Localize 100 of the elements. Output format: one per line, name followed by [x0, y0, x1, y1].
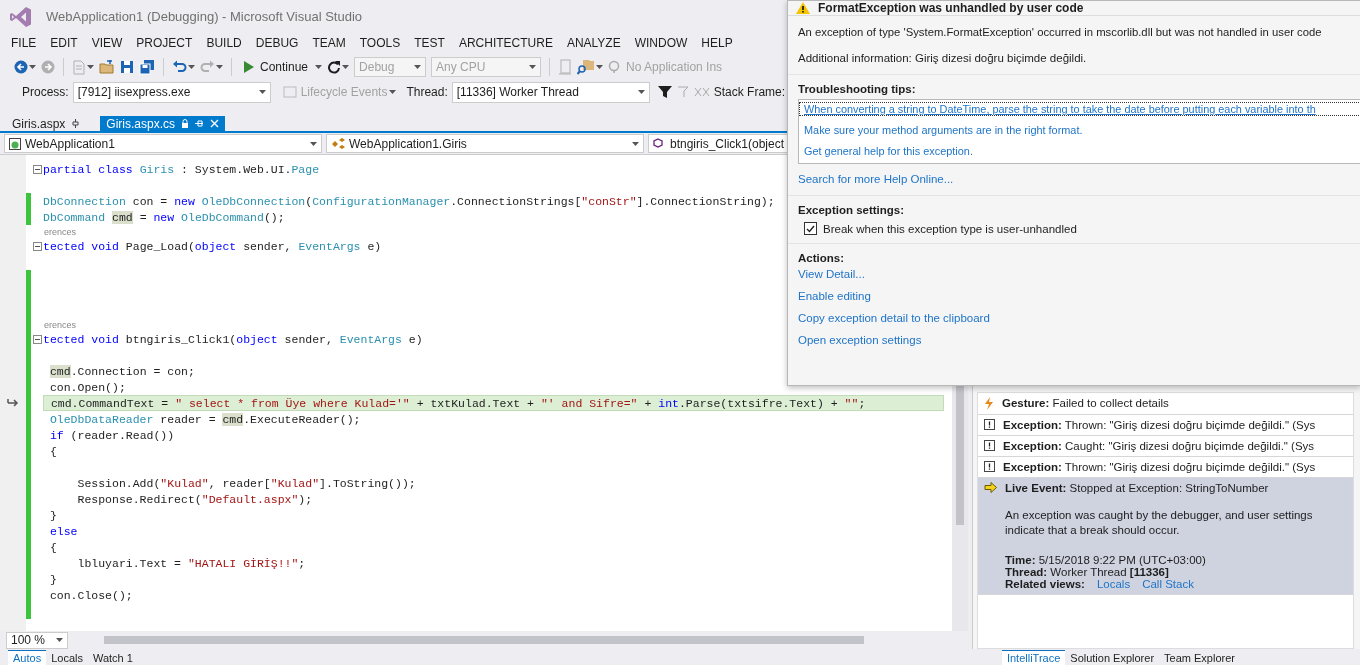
tool-window-tab[interactable]: Autos: [8, 650, 47, 665]
caret-icon: [310, 141, 317, 146]
codelens-text[interactable]: erences: [43, 226, 77, 237]
continue-button[interactable]: Continue: [240, 58, 313, 76]
caret-icon: [632, 141, 639, 146]
save-all-icon[interactable]: [139, 59, 155, 75]
stack-frame-label: Stack Frame:: [713, 85, 786, 99]
caret-icon: [596, 65, 604, 69]
menu-item[interactable]: BUILD: [199, 36, 249, 50]
menu-item[interactable]: FILE: [4, 36, 44, 50]
undo-icon[interactable]: [172, 60, 187, 74]
tips-heading: Troubleshooting tips:: [798, 83, 917, 95]
code-line: DbConnection con = new OleDbConnection(ConfigurationManager.ConnectionStrings["conStr"].ConnectionString);: [43, 193, 775, 209]
caret-icon: [216, 65, 223, 69]
play-icon: [244, 61, 254, 73]
visual-studio-logo-icon: [10, 5, 32, 28]
back-icon[interactable]: [14, 60, 28, 74]
tool-window-tab[interactable]: Watch 1: [87, 650, 138, 665]
menu-item[interactable]: ANALYZE: [559, 36, 628, 50]
menu-item[interactable]: TEST: [407, 36, 452, 50]
method-icon: [653, 137, 666, 150]
caret-icon: [342, 65, 350, 69]
codelens-text[interactable]: erences: [43, 319, 77, 330]
collapse-icon[interactable]: [32, 164, 42, 174]
process-label: Process:: [22, 85, 69, 99]
tool-window-tab[interactable]: IntelliTrace: [1001, 650, 1066, 665]
code-line: OleDbDataReader reader = cmd.ExecuteReader();: [48, 411, 361, 427]
menu-item[interactable]: ARCHITECTURE: [451, 36, 560, 50]
code-line: {: [48, 539, 57, 555]
window-title: WebApplication1 (Debugging) - Microsoft Visual Studio: [46, 9, 363, 24]
document-tab[interactable]: Giris.aspx: [6, 116, 87, 131]
navigation-dropdown[interactable]: WebApplication1.Giris: [326, 134, 644, 153]
event-text: Live Event: Stopped at Exception: StringToNumber: [1005, 482, 1270, 494]
exception-message: An exception of type 'System.FormatException' occurred in mscorlib.dll but was not handled in user code: [798, 26, 1323, 38]
code-line: }: [48, 571, 57, 587]
code-line: DbCommand cmd = new OleDbCommand();: [43, 209, 285, 225]
event-description: An exception was caught by the debugger, and user settings indicate that a break should occur.: [1005, 508, 1314, 538]
menu-item[interactable]: TEAM: [305, 36, 353, 50]
restart-icon[interactable]: [327, 60, 342, 74]
find-in-files-icon[interactable]: [577, 59, 596, 75]
help-link[interactable]: Search for more Help Online...: [798, 173, 1350, 185]
lightning-icon: [984, 397, 994, 410]
tool-window-tab[interactable]: Team Explorer: [1159, 650, 1240, 665]
save-icon[interactable]: [120, 60, 134, 74]
menu-item[interactable]: TOOLS: [352, 36, 408, 50]
code-line: Session.Add("Kulad", reader["Kulad"].ToString());: [76, 475, 416, 491]
thread-dropdown[interactable]: [11336] Worker Thread: [451, 81, 650, 103]
exception-icon: [984, 419, 995, 430]
folder-icon[interactable]: [99, 60, 115, 74]
actions-heading: Actions:: [798, 252, 845, 264]
action-link[interactable]: View Detail...: [798, 268, 1350, 280]
event-text: Exception: Caught: "Giriş dizesi doğru biçimde değildi." (Sys: [1003, 440, 1315, 452]
caret-icon: [87, 65, 94, 69]
pin-icon[interactable]: [71, 119, 81, 128]
menu-item[interactable]: VIEW: [84, 36, 130, 50]
arrow-icon: [984, 482, 997, 493]
exception-icon: [984, 461, 995, 472]
code-line: Response.Redirect("Default.aspx");: [76, 491, 313, 507]
code-line: cmd.CommandText = " select * from Üye where Kulad='" + txtKulad.Text + "' and Sifre=" + int.Parse(txtsifre.Text) + "";: [49, 395, 866, 411]
process-dropdown[interactable]: [7912] iisexpress.exe: [72, 81, 271, 103]
collapse-icon[interactable]: [32, 334, 42, 344]
navigation-dropdown[interactable]: WebApplication1: [4, 134, 322, 153]
code-line: else: [48, 523, 78, 539]
close-icon[interactable]: [210, 119, 220, 128]
action-link[interactable]: Open exception settings: [798, 334, 1350, 346]
related-views-label: Related views:: [1005, 578, 1085, 590]
additional-information: Additional information: Giriş dizesi doğru biçimde değildi.: [798, 52, 1088, 64]
caret-icon: [637, 90, 645, 94]
filter-icon[interactable]: [657, 85, 672, 99]
caret-icon: [258, 90, 266, 94]
action-link[interactable]: Enable editing: [798, 290, 1350, 302]
action-link[interactable]: Copy exception detail to the clipboard: [798, 312, 1350, 324]
code-line: con.Open();: [48, 379, 126, 395]
caret-icon: [414, 65, 422, 69]
event-time: Time: 5/15/2018 9:22 PM (UTC+03:00): [1005, 554, 1207, 566]
menu-item[interactable]: PROJECT: [129, 36, 200, 50]
pin-icon[interactable]: [195, 119, 205, 128]
class-icon: [331, 137, 345, 150]
zoom-dropdown[interactable]: 100 %: [6, 631, 68, 649]
caret-icon: [315, 65, 323, 69]
tip-link[interactable]: Make sure your method arguments are in the right format.: [799, 123, 1360, 137]
code-line: lbluyari.Text = "HATALI GİRİŞ!!";: [76, 555, 306, 571]
caret-icon: [529, 65, 537, 69]
lock-icon: [181, 119, 190, 128]
tip-link[interactable]: Get general help for this exception.: [799, 144, 1360, 158]
tip-link[interactable]: When converting a string to DateTime, parse the string to take the date before putting each variable into th: [799, 102, 1360, 116]
code-line: if (reader.Read()): [48, 427, 175, 443]
menu-item[interactable]: EDIT: [43, 36, 85, 50]
tool-window-tab[interactable]: Locals: [46, 650, 88, 665]
menu-item[interactable]: WINDOW: [627, 36, 695, 50]
menu-item[interactable]: DEBUG: [248, 36, 306, 50]
document-tab[interactable]: Giris.aspx.cs: [100, 116, 226, 131]
checkbox[interactable]: [804, 222, 817, 235]
tool-window-tab[interactable]: Solution Explorer: [1065, 650, 1160, 665]
menu-item[interactable]: HELP: [694, 36, 740, 50]
event-text: Exception: Thrown: "Giriş dizesi doğru biçimde değildi." (Sys: [1003, 419, 1316, 431]
checkbox-label[interactable]: Break when this exception type is user-unhandled: [823, 222, 1077, 235]
collapse-icon[interactable]: [32, 241, 42, 251]
web-project-icon: [9, 137, 21, 150]
code-line: cmd.Connection = con;: [48, 363, 195, 379]
